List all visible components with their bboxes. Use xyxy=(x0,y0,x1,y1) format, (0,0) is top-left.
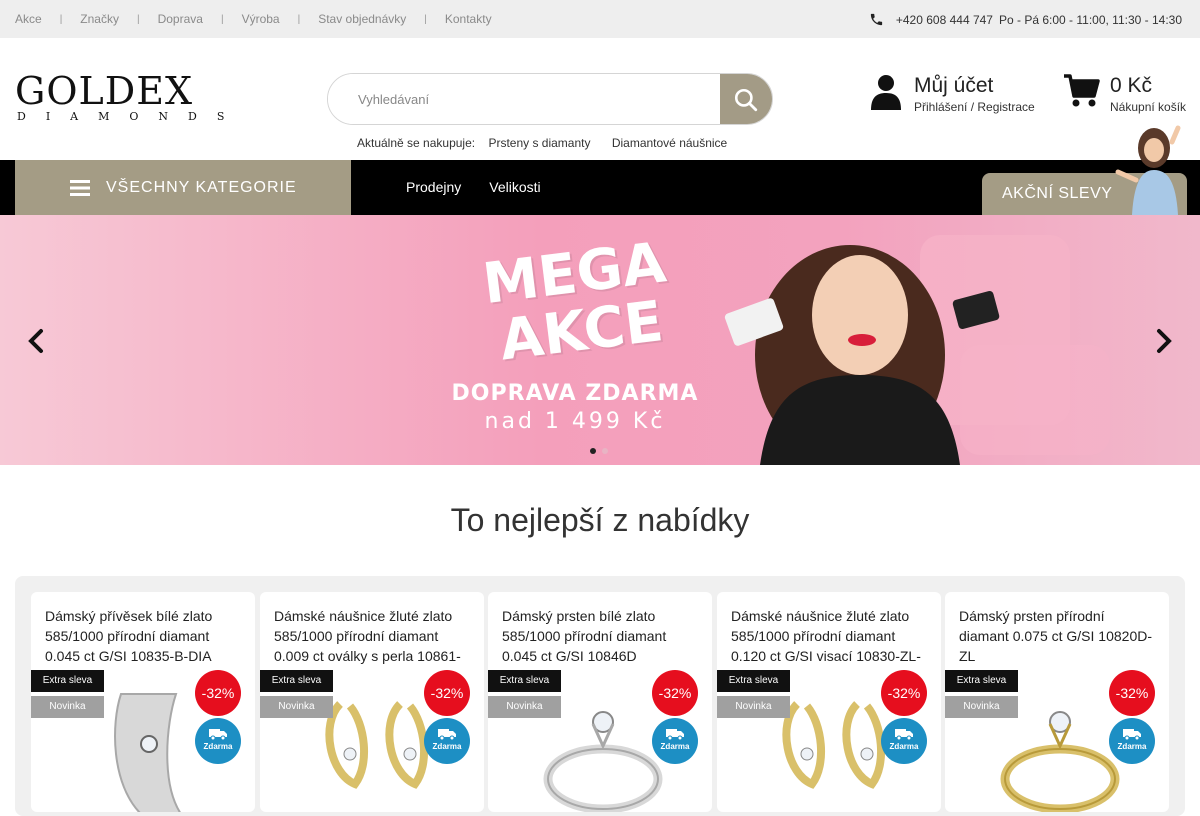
banner-dot-1[interactable] xyxy=(590,448,596,454)
badge-extra-sale: Extra sleva xyxy=(717,670,790,692)
cart-amount: 0 Kč xyxy=(1110,74,1153,97)
badge-extra-sale: Extra sleva xyxy=(260,670,333,692)
top-bar: Akce | Značky | Doprava | Výroba | Stav … xyxy=(0,0,1200,38)
search-button[interactable] xyxy=(720,74,772,124)
badge-extra-sale: Extra sleva xyxy=(488,670,561,692)
top-nav-znacky[interactable]: Značky xyxy=(80,12,119,26)
free-shipping-badge: Zdarma xyxy=(652,718,698,764)
hero-banner[interactable]: MEGA AKCE DOPRAVA ZDARMA nad 1 499 Kč xyxy=(0,215,1200,465)
banner-line-1: DOPRAVA ZDARMA xyxy=(451,381,699,406)
product-title[interactable]: Dámský přívěsek bílé zlato 585/1000 přír… xyxy=(45,606,243,666)
account-link[interactable]: Můj účet Přihlášení / Registrace xyxy=(870,74,1035,114)
trending-link-earrings[interactable]: Diamantové náušnice xyxy=(612,136,727,150)
nav-link-prodejny[interactable]: Prodejny xyxy=(406,179,461,195)
banner-headline: MEGA AKCE xyxy=(472,230,685,373)
badge-new: Novinka xyxy=(260,696,333,718)
truck-icon xyxy=(438,729,456,740)
free-shipping-label: Zdarma xyxy=(203,742,233,751)
badge-new: Novinka xyxy=(31,696,104,718)
product-card[interactable]: Dámský prsten bílé zlato 585/1000 přírod… xyxy=(488,592,712,812)
all-categories-label: VŠECHNY KATEGORIE xyxy=(106,178,297,196)
discount-badge: -32% xyxy=(195,670,241,716)
search-box xyxy=(327,73,773,125)
badge-extra-sale: Extra sleva xyxy=(31,670,104,692)
separator: | xyxy=(136,13,140,25)
trending-searches: Aktuálně se nakupuje: Prsteny s diamanty… xyxy=(357,136,727,150)
top-nav-kontakty[interactable]: Kontakty xyxy=(445,12,492,26)
free-shipping-label: Zdarma xyxy=(660,742,690,751)
trending-label: Aktuálně se nakupuje: xyxy=(357,136,476,150)
product-card[interactable]: Dámský prsten přírodní diamant 0.075 ct … xyxy=(945,592,1169,812)
free-shipping-badge: Zdarma xyxy=(195,718,241,764)
product-card[interactable]: Dámské náušnice žluté zlato 585/1000 pří… xyxy=(717,592,941,812)
free-shipping-badge: Zdarma xyxy=(1109,718,1155,764)
chevron-right-icon xyxy=(1157,329,1172,353)
cart-icon xyxy=(1064,74,1100,107)
opening-hours: Po - Pá 6:00 - 11:00, 11:30 - 14:30 xyxy=(998,12,1182,27)
truck-icon xyxy=(666,729,684,740)
nav-links: Prodejny Velikosti xyxy=(406,179,569,195)
promo-girl-image xyxy=(1115,125,1181,215)
product-title[interactable]: Dámské náušnice žluté zlato 585/1000 pří… xyxy=(731,606,929,666)
truck-icon xyxy=(209,729,227,740)
product-title[interactable]: Dámský prsten přírodní diamant 0.075 ct … xyxy=(959,606,1157,666)
truck-icon xyxy=(895,729,913,740)
menu-icon xyxy=(70,179,90,196)
free-shipping-label: Zdarma xyxy=(1117,742,1147,751)
separator: | xyxy=(297,13,301,25)
search-icon xyxy=(734,88,758,112)
discount-badge: -32% xyxy=(652,670,698,716)
product-title[interactable]: Dámský prsten bílé zlato 585/1000 přírod… xyxy=(502,606,700,666)
separator: | xyxy=(424,13,427,25)
banner-line-2: nad 1 499 Kč xyxy=(484,409,666,434)
badge-new: Novinka xyxy=(945,696,1018,718)
phone-number[interactable]: +420 608 444 747 xyxy=(896,13,993,27)
separator: | xyxy=(220,13,224,25)
discount-badge: -32% xyxy=(1109,670,1155,716)
logo-text: GOLDEX xyxy=(15,69,194,113)
product-title[interactable]: Dámské náušnice žluté zlato 585/1000 pří… xyxy=(274,606,472,666)
product-card[interactable]: Dámské náušnice žluté zlato 585/1000 pří… xyxy=(260,592,484,812)
cart-label: Nákupní košík xyxy=(1110,100,1187,114)
top-nav-doprava[interactable]: Doprava xyxy=(158,12,203,26)
contact-info: +420 608 444 747 Po - Pá 6:00 - 11:00, 1… xyxy=(869,12,1182,27)
top-nav-akce[interactable]: Akce xyxy=(15,12,42,26)
account-subtitle[interactable]: Přihlášení / Registrace xyxy=(914,100,1035,114)
free-shipping-badge: Zdarma xyxy=(424,718,470,764)
trending-link-rings[interactable]: Prsteny s diamanty xyxy=(488,136,590,150)
truck-icon xyxy=(1123,729,1141,740)
discount-badge: -32% xyxy=(881,670,927,716)
badge-extra-sale: Extra sleva xyxy=(945,670,1018,692)
free-shipping-label: Zdarma xyxy=(432,742,462,751)
section-title: To nejlepší z nabídky xyxy=(450,502,750,538)
product-card[interactable]: Dámský přívěsek bílé zlato 585/1000 přír… xyxy=(31,592,255,812)
banner-pagination xyxy=(590,448,614,454)
banner-prev-button[interactable] xyxy=(26,328,46,359)
cart-link[interactable]: 0 Kč Nákupní košík xyxy=(1064,74,1186,114)
free-shipping-label: Zdarma xyxy=(889,742,919,751)
banner-next-button[interactable] xyxy=(1154,328,1174,359)
banner-dot-2[interactable] xyxy=(602,448,608,454)
all-categories-button[interactable]: VŠECHNY KATEGORIE xyxy=(15,160,351,215)
discount-badge: -32% xyxy=(424,670,470,716)
badge-new: Novinka xyxy=(717,696,790,718)
account-title: Můj účet xyxy=(914,74,994,97)
separator: | xyxy=(59,13,63,25)
badge-new: Novinka xyxy=(488,696,561,718)
logo[interactable]: GOLDEX DIAMONDS xyxy=(15,69,245,123)
user-icon xyxy=(871,75,901,110)
chevron-left-icon xyxy=(28,329,43,353)
logo-subtext: DIAMONDS xyxy=(17,110,245,123)
nav-link-velikosti[interactable]: Velikosti xyxy=(489,179,540,195)
top-nav-stav-objednavky[interactable]: Stav objednávky xyxy=(318,12,406,26)
top-nav-vyroba[interactable]: Výroba xyxy=(242,12,280,26)
top-nav: Akce | Značky | Doprava | Výroba | Stav … xyxy=(15,12,492,26)
search-input[interactable] xyxy=(328,74,720,124)
free-shipping-badge: Zdarma xyxy=(881,718,927,764)
phone-icon xyxy=(870,13,882,26)
